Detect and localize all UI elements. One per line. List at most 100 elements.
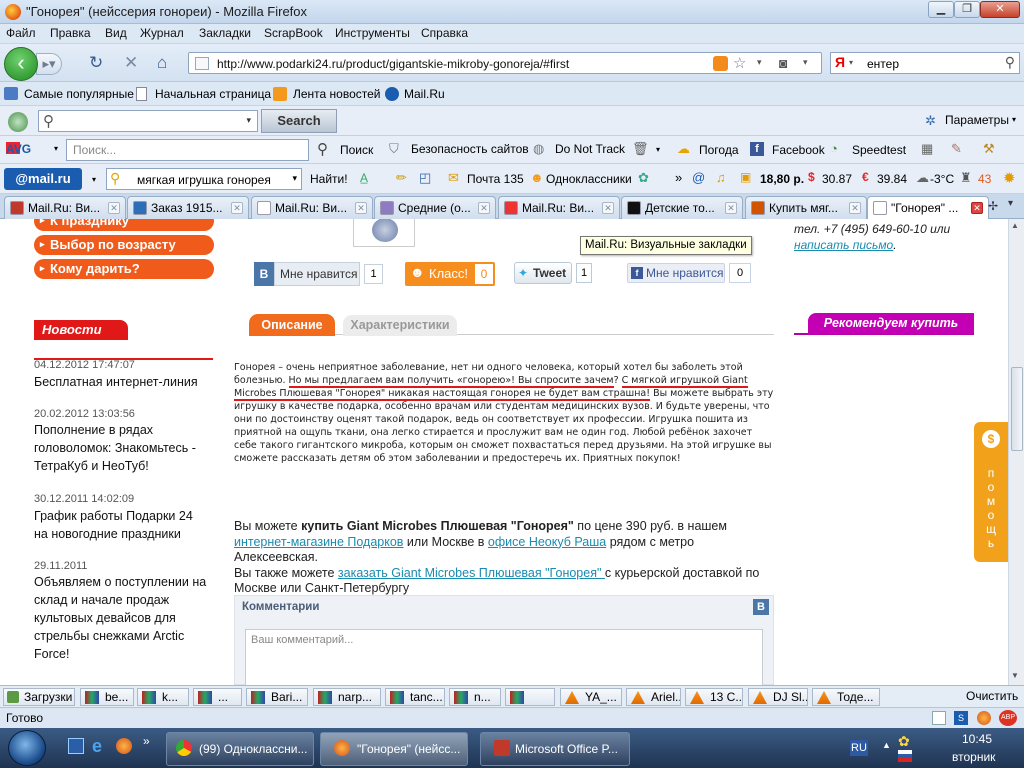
engine-dropdown-icon[interactable]: ▾ (849, 58, 853, 67)
download-item[interactable]: n... (449, 688, 501, 706)
calculator-icon[interactable]: ▦ (921, 141, 933, 157)
menu-scrapbook[interactable]: ScrapBook (264, 26, 323, 40)
adblock-icon[interactable]: ABP (999, 710, 1017, 726)
find-button[interactable]: Найти! (310, 172, 348, 186)
tab-list-icon[interactable]: ▾ (1008, 198, 1013, 209)
bookmark-news-feed[interactable]: Лента новостей (293, 87, 381, 101)
office-link[interactable]: офисе Неокуб Раша (488, 535, 606, 549)
menu-by-age[interactable]: Выбор по возрасту (34, 235, 214, 255)
search-icon[interactable]: ⚲ (317, 140, 328, 158)
russian-flag-icon[interactable] (898, 750, 912, 762)
reader-icon[interactable]: ◰ (419, 170, 431, 186)
screenshot-dropdown-icon[interactable]: ▾ (803, 57, 808, 68)
download-item[interactable]: Тоде... (812, 688, 880, 706)
do-not-track-button[interactable]: Do Not Track (555, 142, 625, 156)
odnoklassniki-button[interactable]: Одноклассники (546, 172, 632, 186)
download-item[interactable]: k... (137, 688, 189, 706)
news-link[interactable]: Бесплатная интернет-линия (34, 373, 209, 391)
tweet-button[interactable]: ✦ Tweet (514, 262, 572, 284)
tab[interactable]: Средние (о... ✕ (374, 196, 496, 219)
tab-characteristics[interactable]: Характеристики (343, 315, 457, 336)
temperature[interactable]: -3°C (930, 172, 954, 186)
news-link[interactable]: График работы Подарки 24 на новогодние п… (34, 507, 209, 543)
fb-like-button[interactable]: f Мне нравится (627, 263, 725, 283)
download-item[interactable]: Bari... (246, 688, 308, 706)
minimize-button[interactable]: ▁ (928, 1, 954, 18)
tab[interactable]: Купить мяг... ✕ (745, 196, 867, 219)
language-indicator[interactable]: RU (850, 740, 868, 756)
bookmark-mailru[interactable]: Mail.Ru (404, 87, 445, 101)
bookmark-start-page[interactable]: Начальная страница (155, 87, 271, 101)
trash-dropdown-icon[interactable]: ▾ (656, 145, 660, 154)
rss-icon[interactable] (713, 56, 728, 71)
search-icon[interactable]: ⚲ (1005, 54, 1015, 71)
tab[interactable]: Mail.Ru: Ви... ✕ (498, 196, 620, 219)
translate-icon[interactable]: A̲ (360, 171, 368, 185)
weather-button[interactable]: Погода (699, 143, 739, 157)
product-thumbnail[interactable] (353, 219, 415, 247)
tab[interactable]: Детские то... ✕ (621, 196, 743, 219)
show-desktop-icon[interactable] (68, 738, 84, 754)
news-link[interactable]: Пополнение в рядах головоломок: Знакомьт… (34, 421, 209, 475)
mail-counter[interactable]: Почта 135 (467, 172, 524, 186)
params-button[interactable]: Параметры (945, 113, 1009, 127)
gear-icon[interactable]: ✲ (925, 113, 936, 129)
menu-tools[interactable]: Инструменты (335, 26, 410, 40)
scroll-up-icon[interactable]: ▲ (1011, 221, 1019, 230)
globe-icon[interactable] (8, 112, 28, 132)
download-item[interactable]: be... (80, 688, 134, 706)
page-status-icon[interactable] (932, 711, 946, 725)
tab-close-icon[interactable]: ✕ (602, 202, 614, 214)
download-item[interactable]: narp... (313, 688, 381, 706)
ie-icon[interactable]: e (92, 736, 102, 757)
firefox-icon[interactable] (116, 738, 132, 754)
money-balance[interactable]: 18,80 р. (760, 172, 804, 186)
help-widget[interactable]: $ помощь (974, 422, 1008, 562)
tab-close-icon[interactable]: ✕ (108, 202, 120, 214)
download-item[interactable]: Ariel... (626, 688, 681, 706)
vk-icon[interactable]: В (753, 599, 769, 615)
tab[interactable]: Заказ 1915... ✕ (127, 196, 249, 219)
avg-search-button[interactable]: Поиск (340, 143, 373, 157)
comment-textarea[interactable]: Ваш комментарий... (245, 629, 763, 685)
tab-close-icon[interactable]: ✕ (231, 202, 243, 214)
mailru-logo[interactable]: @mail.ru (4, 168, 82, 190)
tray-expand-icon[interactable]: ▲ (882, 740, 891, 750)
tab[interactable]: Mail.Ru: Ви... ✕ (4, 196, 126, 219)
screenshot-icon[interactable]: ◙ (779, 55, 787, 71)
url-bar[interactable]: http://www.podarki24.ru/product/gigantsk… (188, 52, 822, 74)
yandex-icon[interactable]: Я (835, 54, 845, 70)
forward-button[interactable]: ▸▾ (36, 53, 62, 75)
tab-description[interactable]: Описание (249, 314, 335, 336)
menu-view[interactable]: Вид (105, 26, 127, 40)
clear-downloads-button[interactable]: Очистить (966, 689, 1018, 703)
games-counter[interactable]: 43 (978, 172, 991, 186)
mailru-search-input[interactable]: ⚲ мягкая игрушка гонорея ▾ (106, 168, 302, 190)
tools-icon[interactable]: ⚒ (983, 141, 995, 157)
menu-bookmarks[interactable]: Закладки (199, 26, 251, 40)
tab-close-icon[interactable]: ✕ (849, 202, 861, 214)
tab-close-icon[interactable]: ✕ (355, 202, 367, 214)
trash-icon[interactable]: 🗑 (632, 141, 649, 157)
menu-help[interactable]: Справка (421, 26, 468, 40)
mailru-at-icon[interactable]: @ (692, 170, 705, 185)
page-scrollbar[interactable]: ▲ ▼ (1008, 219, 1024, 685)
pen-icon[interactable]: ✏ (396, 170, 407, 186)
search-button[interactable]: Search (261, 109, 337, 133)
tab[interactable]: "Гонорея" ... ✕ (867, 196, 989, 220)
ok-class-button[interactable]: ☻ Класс! 0 (405, 262, 495, 286)
order-link[interactable]: заказать Giant Microbes Плюшевая "Гоноре… (338, 566, 605, 580)
params-dropdown-icon[interactable]: ▾ (1012, 115, 1016, 124)
download-item[interactable]: DJ Sl... (748, 688, 808, 706)
news-link[interactable]: Объявляем о поступлении на склад и начал… (34, 573, 209, 663)
overflow-icon[interactable]: » (675, 170, 682, 185)
dropdown-icon[interactable]: ▾ (246, 115, 251, 126)
close-window-button[interactable]: ✕ (980, 1, 1020, 18)
maximize-button[interactable]: ❐ (954, 1, 980, 18)
tab-close-icon[interactable]: ✕ (971, 202, 983, 214)
firefox-status-icon[interactable] (977, 711, 991, 725)
search-bar[interactable]: Я ▾ ентер ⚲ (830, 52, 1020, 74)
avg-dropdown-icon[interactable]: ▾ (54, 144, 58, 153)
agent-icon[interactable]: ✿ (638, 170, 649, 186)
shop-link[interactable]: интернет-магазине Подарков (234, 535, 403, 549)
